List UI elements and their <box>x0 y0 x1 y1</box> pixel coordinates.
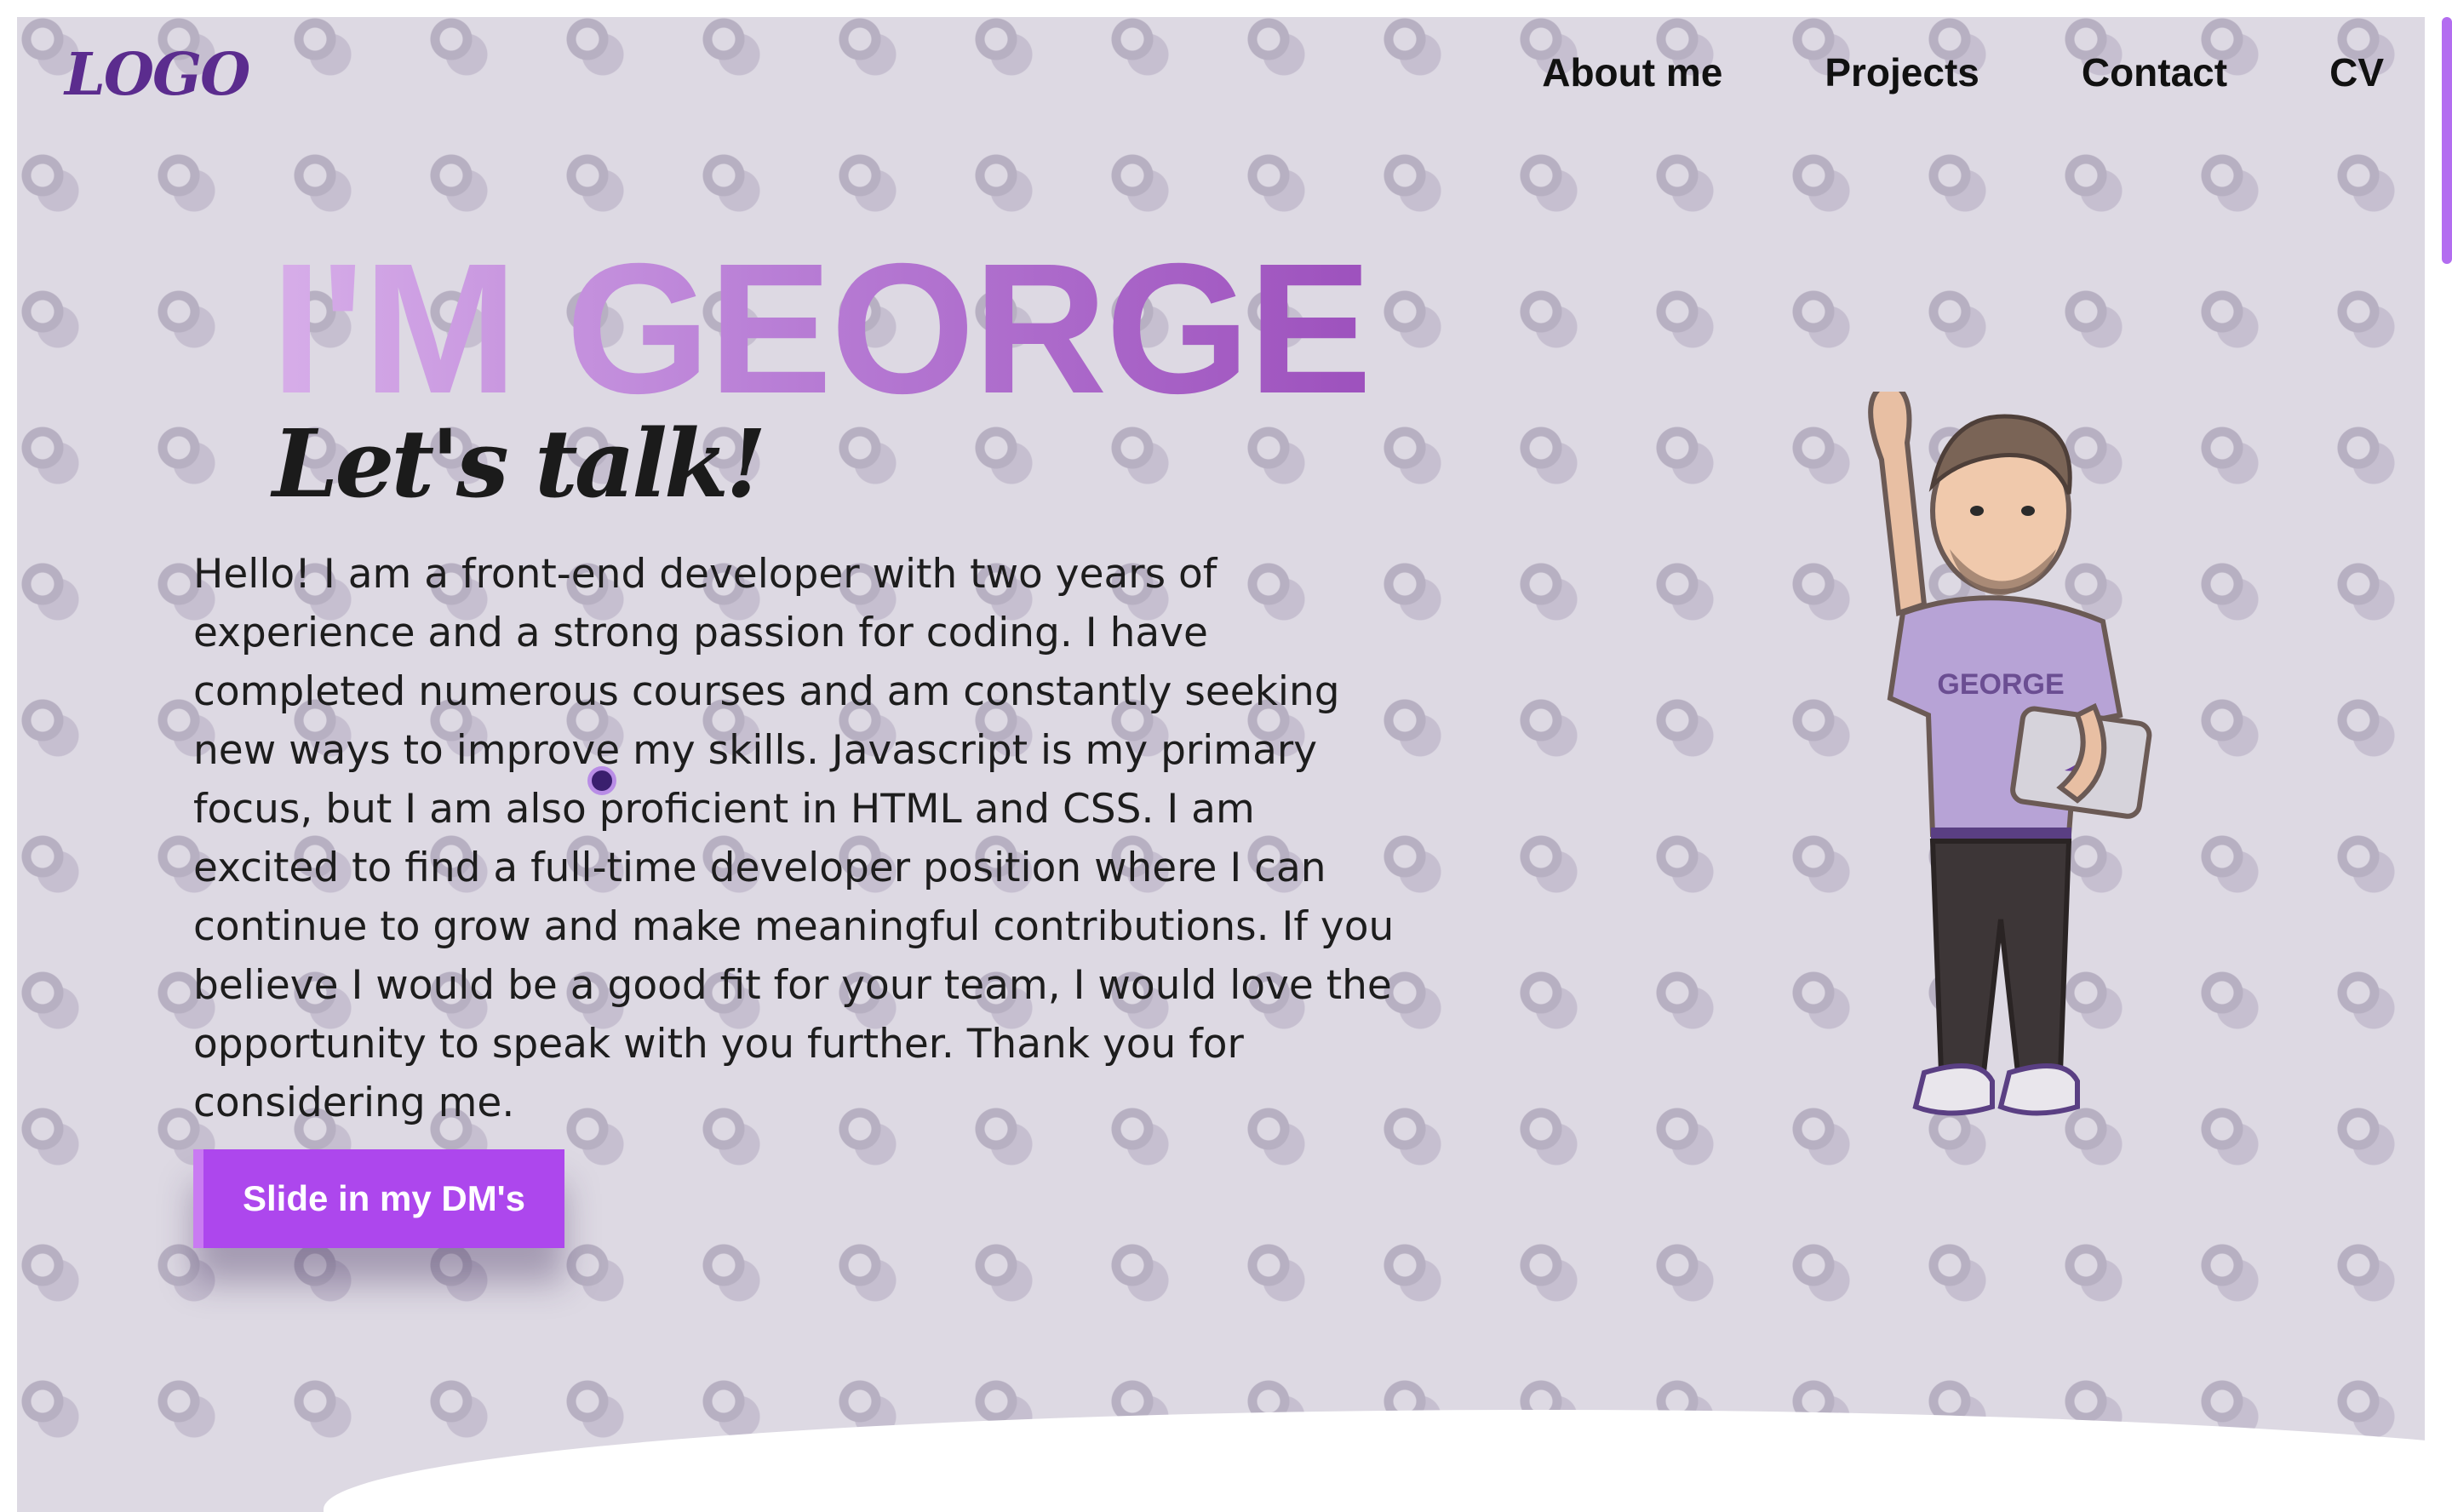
nav-about-me[interactable]: About me <box>1542 49 1722 95</box>
cursor-dot <box>587 766 616 795</box>
avatar-illustration: GEORGE <box>1868 392 2152 1116</box>
nav-projects[interactable]: Projects <box>1825 49 1979 95</box>
logo[interactable]: LOGO <box>65 41 250 109</box>
main-nav: About me Projects Contact CV <box>1440 49 2384 95</box>
scrollbar[interactable] <box>2442 17 2452 264</box>
nav-cv[interactable]: CV <box>2329 49 2384 95</box>
hero-subtitle: Let's talk! <box>272 409 766 518</box>
bio-text: Hello! I am a front-end developer with t… <box>193 551 1395 1126</box>
contact-cta-button[interactable]: Slide in my DM's <box>193 1149 564 1248</box>
nav-contact[interactable]: Contact <box>2082 49 2227 95</box>
shirt-text: GEORGE <box>1937 668 2064 701</box>
hero-title: I'M GEORGE <box>271 226 1372 432</box>
page-background: LOGO About me Projects Contact CV I'M GE… <box>17 17 2425 1512</box>
